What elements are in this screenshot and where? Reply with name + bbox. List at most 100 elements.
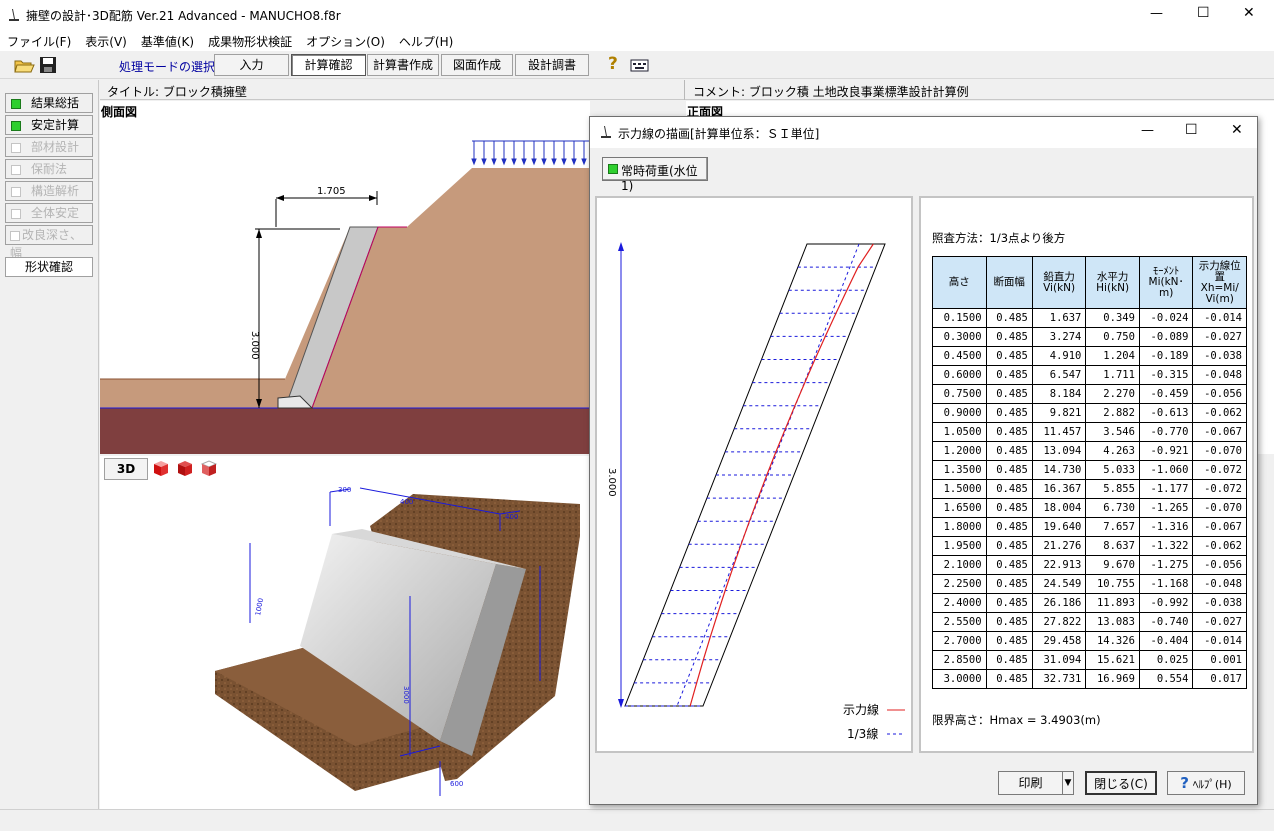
dialog-close-button[interactable]: 閉じる(C) [1085, 771, 1157, 795]
table-cell: 15.621 [1085, 650, 1140, 670]
table-cell: -0.062 [1192, 403, 1247, 423]
table-row: 1.8000 0.485 19.640 7.657 -1.316 -0.067 [932, 517, 1247, 537]
nav-result-summary[interactable]: 結果総括 [5, 93, 93, 113]
nav-stability[interactable]: 安定計算 [5, 115, 93, 135]
nav-structure-analysis[interactable]: 構造解析 [5, 181, 93, 201]
nav-improvement[interactable]: 改良深さ、幅 [5, 225, 93, 260]
table-cell: -0.613 [1138, 403, 1194, 423]
table-row: 0.6000 0.485 6.547 1.711 -0.315 -0.048 [932, 365, 1247, 385]
table-cell: 4.263 [1085, 441, 1140, 461]
tab-drawing[interactable]: 図面作成 [441, 54, 513, 76]
print-dropdown-button[interactable]: ▼ [1062, 771, 1074, 795]
dialog-maximize-button[interactable]: ☐ [1185, 122, 1198, 138]
window-title: 擁壁の設計･3D配筋 Ver.21 Advanced - MANUCHO8.f8… [26, 9, 341, 23]
menu-bar: ファイル(F) 表示(V) 基準値(K) 成果物形状検証 オプション(O) ヘルプ(H) [0, 30, 1274, 51]
table-row: 1.2000 0.485 13.094 4.263 -0.921 -0.070 [932, 441, 1247, 461]
table-cell: 5.855 [1085, 479, 1140, 499]
table-header-cell: 鉛直力 Vi(kN) [1031, 256, 1087, 309]
shape-check-button[interactable]: 形状確認 [5, 257, 93, 277]
table-cell: 0.7500 [932, 384, 987, 404]
table-cell: 0.6000 [932, 365, 987, 385]
table-cell: 0.485 [985, 422, 1033, 442]
dialog-help-button[interactable]: ? ﾍﾙﾌﾟ(H) [1167, 771, 1245, 795]
nav-global-stability[interactable]: 全体安定 [5, 203, 93, 223]
table-cell: -0.027 [1192, 612, 1247, 632]
foundation-ground [100, 408, 590, 454]
table-row: 3.0000 0.485 32.731 16.969 0.554 0.017 [932, 669, 1247, 689]
table-cell: 3.546 [1085, 422, 1140, 442]
table-cell: 1.6500 [932, 498, 987, 518]
table-row: 2.1000 0.485 22.913 9.670 -1.275 -0.056 [932, 555, 1247, 575]
dim-3d-text: 300 [338, 486, 351, 494]
table-cell: 14.326 [1085, 631, 1140, 651]
title-strip: タイトル: ブロック積擁壁 コメント: ブロック積 土地改良事業標準設計計算例 [100, 80, 1274, 100]
dialog-close-icon[interactable]: ✕ [1231, 122, 1243, 138]
results-table: 高さ 断面幅 鉛直力 Vi(kN) 水平力 Hi(kN) ﾓｰﾒﾝﾄ Mi(kN･ m)… [932, 256, 1247, 689]
app-icon [9, 9, 19, 21]
table-row: 2.2500 0.485 24.549 10.755 -1.168 -0.048 [932, 574, 1247, 594]
table-cell: 2.882 [1085, 403, 1140, 423]
table-cell: -0.014 [1192, 631, 1247, 651]
table-cell: -0.770 [1138, 422, 1194, 442]
status-indicator [608, 164, 618, 174]
maximize-button[interactable]: ☐ [1197, 5, 1210, 21]
table-cell: 2.5500 [932, 612, 987, 632]
table-cell: 11.457 [1031, 422, 1087, 442]
table-cell: 2.2500 [932, 574, 987, 594]
minimize-button[interactable]: — [1150, 6, 1163, 21]
tab-calc-check[interactable]: 計算確認 [291, 54, 366, 76]
table-row: 2.7000 0.485 29.458 14.326 -0.404 -0.014 [932, 631, 1247, 651]
table-cell: -0.027 [1192, 327, 1247, 347]
menu-standards[interactable]: 基準値(K) [134, 30, 201, 50]
table-cell: 31.094 [1031, 650, 1087, 670]
thrust-line-plot-panel: 3.000 示力線 1/3線 [595, 196, 913, 753]
tab-design-sheet[interactable]: 設計調書 [515, 54, 589, 76]
table-cell: -0.048 [1192, 365, 1247, 385]
table-cell: -1.275 [1138, 555, 1194, 575]
dim-3d-text: 600 [450, 780, 463, 788]
wall-3d-model: 300 400 400 1000 3000 600 [215, 486, 580, 796]
table-cell: -0.315 [1138, 365, 1194, 385]
table-row: 1.0500 0.485 11.457 3.546 -0.770 -0.067 [932, 422, 1247, 442]
table-row: 2.5500 0.485 27.822 13.083 -0.740 -0.027 [932, 612, 1247, 632]
dialog-minimize-button[interactable]: — [1141, 123, 1154, 138]
legend-third-label: 1/3線 [847, 726, 878, 741]
load-case-button[interactable]: 常時荷重(水位1) [602, 157, 708, 193]
menu-file[interactable]: ファイル(F) [0, 30, 78, 50]
print-button[interactable]: 印刷 [998, 771, 1063, 795]
help-icon[interactable]: ? [608, 54, 618, 74]
menu-help[interactable]: ヘルプ(H) [392, 30, 460, 50]
menu-verify[interactable]: 成果物形状検証 [201, 30, 299, 50]
nav-seismic[interactable]: 保耐法 [5, 159, 93, 179]
plot-height-text: 3.000 [606, 468, 617, 497]
status-indicator [11, 98, 21, 109]
table-cell: -0.070 [1192, 498, 1247, 518]
menu-view[interactable]: 表示(V) [78, 30, 134, 50]
keyboard-icon[interactable] [630, 56, 650, 74]
side-view-panel: 側面図 1.705 3.000 [100, 101, 590, 454]
nav-member-design[interactable]: 部材設計 [5, 137, 93, 157]
menu-options[interactable]: オプション(O) [299, 30, 392, 50]
table-cell: 3.0000 [932, 669, 987, 689]
tab-input[interactable]: 入力 [214, 54, 289, 76]
table-header-cell: ﾓｰﾒﾝﾄ Mi(kN･ m) [1138, 256, 1194, 309]
tab-report[interactable]: 計算書作成 [367, 54, 439, 76]
table-cell: -0.056 [1192, 555, 1247, 575]
table-cell: 2.4000 [932, 593, 987, 613]
table-cell: 1.8000 [932, 517, 987, 537]
table-row: 1.9500 0.485 21.276 8.637 -1.322 -0.062 [932, 536, 1247, 556]
open-folder-icon[interactable] [13, 55, 35, 75]
surcharge-arrow-head [481, 158, 487, 166]
table-cell: 0.485 [985, 631, 1033, 651]
table-row: 2.4000 0.485 26.186 11.893 -0.992 -0.038 [932, 593, 1247, 613]
table-cell: 2.8500 [932, 650, 987, 670]
status-indicator [11, 186, 21, 197]
table-header-cell: 高さ [932, 256, 987, 309]
table-cell: 29.458 [1031, 631, 1087, 651]
close-button[interactable]: ✕ [1243, 5, 1255, 21]
save-icon[interactable] [38, 55, 58, 75]
table-cell: 0.485 [985, 498, 1033, 518]
surcharge-arrow-head [511, 158, 517, 166]
table-cell: -0.038 [1192, 593, 1247, 613]
table-cell: 16.367 [1031, 479, 1087, 499]
